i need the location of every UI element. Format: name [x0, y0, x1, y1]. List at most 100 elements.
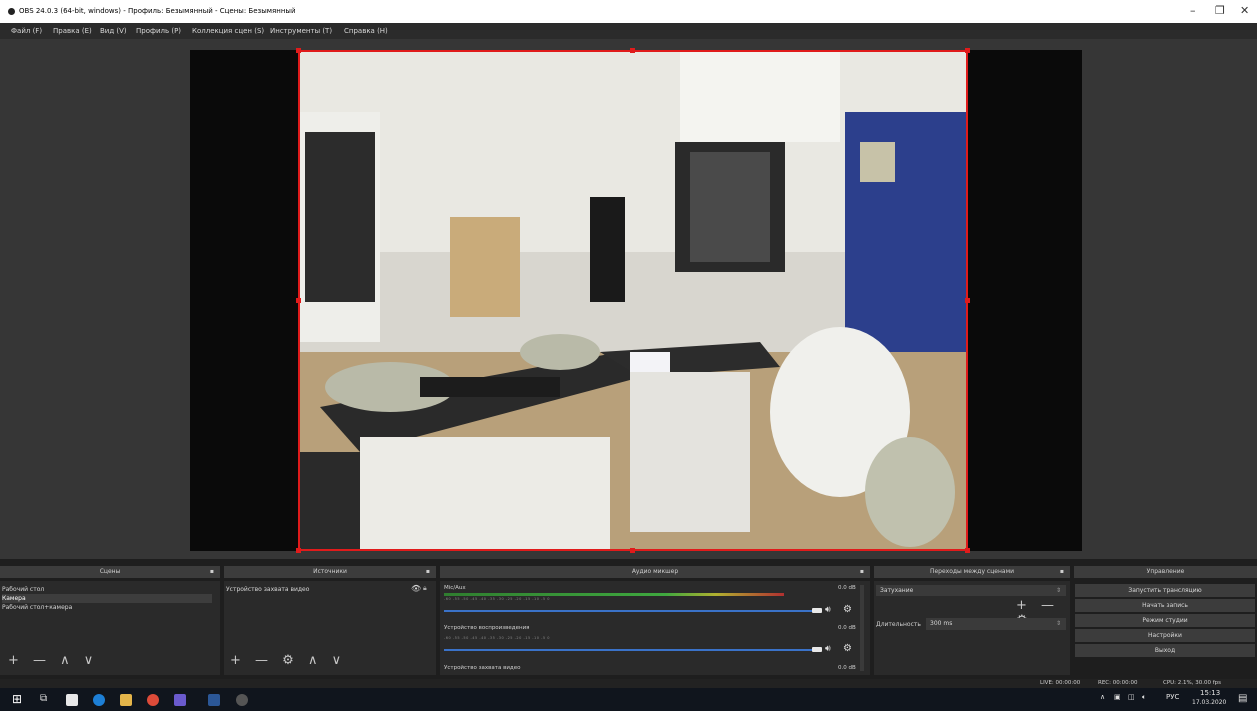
scene-item[interactable]: Рабочий стол [2, 585, 212, 594]
scene-tools[interactable]: + — ∧ ∨ [8, 653, 98, 668]
gear-icon[interactable]: ⚙ [843, 643, 852, 654]
resize-handle[interactable] [296, 298, 301, 303]
file-explorer-icon[interactable] [120, 694, 132, 706]
menu-scene-collection[interactable]: Коллекция сцен (S) [192, 27, 264, 35]
mixer-channel-db: 0.0 dB [838, 585, 856, 591]
duration-spinbox[interactable]: 300 ms ⇕ [926, 618, 1066, 630]
sources-dock-header: Источники ▪ [224, 566, 436, 578]
volume-meter [444, 593, 784, 596]
resize-handle[interactable] [296, 48, 301, 53]
source-tools[interactable]: + — ⚙ ∧ ∨ [230, 653, 346, 668]
scene-item[interactable]: Рабочий стол+камера [2, 603, 212, 612]
scenes-dock-header: Сцены ▪ [0, 566, 220, 578]
volume-icon[interactable]: 🔈︎ [1142, 693, 1146, 702]
volume-slider-knob[interactable] [812, 608, 822, 613]
edge-icon[interactable] [93, 694, 105, 706]
save-app-icon[interactable] [174, 694, 186, 706]
mixer-channel-name: Mic/Aux [444, 585, 466, 591]
resize-handle[interactable] [965, 48, 970, 53]
menu-view[interactable]: Вид (V) [100, 27, 127, 35]
speaker-icon[interactable]: 🔊︎ [825, 605, 831, 615]
transitions-dock-header: Переходы между сценами ▪ [874, 566, 1070, 578]
scene-item-selected[interactable]: Камера [2, 594, 212, 603]
title-bar: OBS 24.0.3 (64-bit, windows) - Профиль: … [0, 0, 1257, 23]
studio-mode-button[interactable]: Режим студии [1075, 614, 1255, 627]
audio-mixer: Mic/Aux 0.0 dB -60 -55 -50 -45 -40 -35 -… [440, 581, 870, 675]
duration-value: 300 ms [930, 620, 953, 627]
task-view-icon[interactable]: ⧉ [40, 693, 47, 704]
menu-edit[interactable]: Правка (E) [53, 27, 92, 35]
menu-tools[interactable]: Инструменты (T) [270, 27, 332, 35]
dock-pin-icon[interactable]: ▪ [1060, 566, 1064, 578]
mixer-dock-header: Аудио микшер ▪ [440, 566, 870, 578]
settings-button[interactable]: Настройки [1075, 629, 1255, 642]
live-status: LIVE: 00:00:00 [1040, 680, 1081, 686]
mixer-dock-title: Аудио микшер [631, 568, 679, 575]
transitions-dock-title: Переходы между сценами [929, 568, 1015, 575]
mixer-scrollbar[interactable] [860, 585, 864, 671]
controls-dock-header: Управление [1074, 566, 1257, 578]
speaker-icon[interactable]: 🔊︎ [825, 644, 831, 654]
mixer-channel-db: 0.0 dB [838, 665, 856, 671]
notifications-icon[interactable]: ▤ [1238, 693, 1247, 704]
tray-chevron-icon[interactable]: ∧ [1100, 693, 1105, 701]
chrome-icon[interactable] [147, 694, 159, 706]
resize-handle[interactable] [296, 548, 301, 553]
volume-slider[interactable] [444, 649, 816, 651]
spin-icon[interactable]: ⇕ [1056, 618, 1061, 630]
dock-pin-icon[interactable]: ▪ [210, 566, 214, 578]
lock-icon[interactable]: 🔒︎ [423, 584, 427, 593]
taskbar: ⊞ ⧉ ∧ ▣ ◫ 🔈︎ РУС 15:13 17.03.2020 ▤ [0, 688, 1257, 711]
menu-bar: Файл (F) Правка (E) Вид (V) Профиль (P) … [0, 23, 1257, 39]
eye-icon[interactable]: 👁 [411, 584, 421, 593]
network-icon[interactable]: ▣ [1114, 693, 1121, 701]
camera-source-preview[interactable] [298, 50, 968, 551]
volume-slider-knob[interactable] [812, 647, 822, 652]
close-button[interactable]: ✕ [1240, 4, 1249, 17]
menu-file[interactable]: Файл (F) [11, 27, 42, 35]
resize-handle[interactable] [630, 48, 635, 53]
transition-select-value: Затухание [880, 587, 914, 594]
sources-dock-title: Источники [313, 568, 347, 575]
obs-taskbar-icon[interactable] [236, 694, 248, 706]
display-icon[interactable]: ◫ [1128, 693, 1135, 701]
gear-icon[interactable]: ⚙ [843, 604, 852, 615]
scenes-list: Рабочий стол Камера Рабочий стол+камера … [0, 581, 220, 675]
resize-handle[interactable] [965, 298, 970, 303]
controls-dock-title: Управление [1146, 568, 1185, 575]
dock-pin-icon[interactable]: ▪ [860, 566, 864, 578]
source-item[interactable]: Устройство захвата видео [226, 585, 436, 594]
duration-label: Длительность [876, 621, 921, 628]
language-indicator[interactable]: РУС [1166, 693, 1179, 701]
windows-start-icon[interactable]: ⊞ [12, 692, 22, 706]
menu-help[interactable]: Справка (H) [344, 27, 388, 35]
obs-logo-icon [8, 8, 15, 15]
status-bar: LIVE: 00:00:00 REC: 00:00:00 CPU: 2.1%, … [0, 679, 1257, 688]
transition-select[interactable]: Затухание ⇕ [876, 585, 1066, 596]
volume-slider[interactable] [444, 610, 816, 612]
dock-pin-icon[interactable]: ▪ [426, 566, 430, 578]
resize-handle[interactable] [965, 548, 970, 553]
meter-ticks: -60 -55 -50 -45 -40 -35 -30 -25 -20 -15 … [444, 597, 550, 601]
mixer-channel-db: 0.0 dB [838, 625, 856, 631]
store-icon[interactable] [66, 694, 78, 706]
menu-profile[interactable]: Профиль (P) [136, 27, 181, 35]
sources-list: Устройство захвата видео 👁 🔒︎ + — ⚙ ∧ ∨ [224, 581, 436, 675]
window-title: OBS 24.0.3 (64-bit, windows) - Профиль: … [19, 7, 296, 15]
minimize-button[interactable]: – [1190, 4, 1196, 17]
rec-status: REC: 00:00:00 [1098, 680, 1138, 686]
transitions-panel: Затухание ⇕ + — ⚙ Длительность 300 ms ⇕ [874, 581, 1070, 675]
maximize-button[interactable]: ❐ [1215, 4, 1225, 17]
camera-image [300, 52, 966, 549]
scenes-dock-title: Сцены [99, 568, 121, 575]
resize-handle[interactable] [630, 548, 635, 553]
clock-date[interactable]: 17.03.2020 [1192, 699, 1226, 706]
mixer-channel-name: Устройство захвата видео [444, 665, 521, 671]
start-streaming-button[interactable]: Запустить трансляцию [1075, 584, 1255, 597]
clock-time[interactable]: 15:13 [1200, 689, 1220, 697]
chevron-updown-icon: ⇕ [1055, 587, 1061, 594]
word-icon[interactable] [208, 694, 220, 706]
cpu-status: CPU: 2.1%, 30.00 fps [1163, 680, 1222, 686]
start-recording-button[interactable]: Начать запись [1075, 599, 1255, 612]
exit-button[interactable]: Выход [1075, 644, 1255, 657]
